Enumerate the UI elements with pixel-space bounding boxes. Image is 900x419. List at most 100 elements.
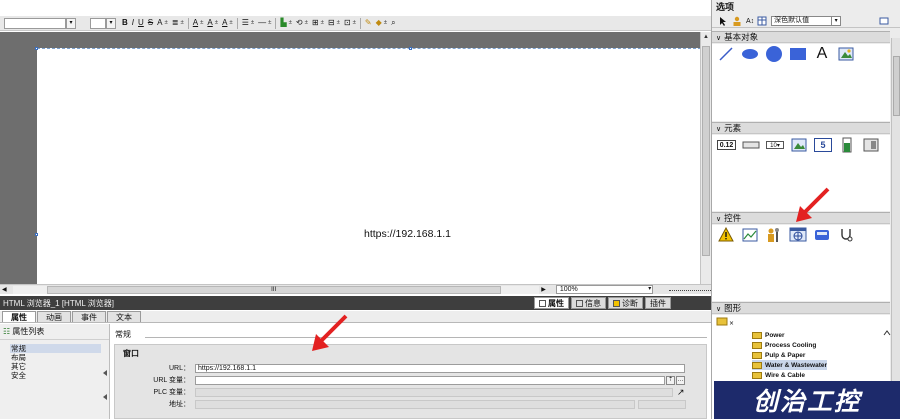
subtab-animations[interactable]: 动画 xyxy=(37,311,71,322)
same-size-icon[interactable]: ⊡ xyxy=(342,17,353,29)
zoom-slider[interactable] xyxy=(669,289,711,291)
resize-handle[interactable] xyxy=(35,47,38,50)
font-color-button[interactable]: A xyxy=(191,17,200,29)
chevron-down-icon[interactable]: ± xyxy=(305,20,308,26)
tab-plugins[interactable]: 插件 xyxy=(645,297,671,309)
bold-button[interactable]: B xyxy=(120,17,130,29)
library-item[interactable]: Process Cooling xyxy=(752,340,827,350)
graphic-view-icon[interactable] xyxy=(837,46,855,62)
library-item[interactable]: Wire & Cable xyxy=(752,370,827,380)
scroll-up-icon[interactable]: ▲ xyxy=(701,32,711,42)
category-general[interactable]: 常规 xyxy=(10,344,101,353)
toolbox-scrollbar[interactable] xyxy=(891,38,900,419)
section-graphics[interactable]: ∨ 图形 xyxy=(712,302,890,314)
resize-handle[interactable] xyxy=(35,233,38,236)
ellipse-icon[interactable] xyxy=(741,46,759,62)
user-view-icon[interactable] xyxy=(765,227,783,243)
editor-vertical-scrollbar[interactable]: ▲ xyxy=(700,32,711,284)
strikethrough-button[interactable]: S xyxy=(146,17,155,29)
tab-info[interactable]: 信息 xyxy=(571,297,606,309)
library-item[interactable]: Pulp & Paper xyxy=(752,350,827,360)
link-icon[interactable]: ↗ xyxy=(677,387,685,398)
symbolic-io-icon[interactable]: 10▾ xyxy=(766,141,784,149)
url-field[interactable]: https://192.168.1.1 xyxy=(195,363,685,373)
library-item[interactable]: Water & Wastewater xyxy=(752,360,828,370)
zoom-select[interactable]: 100% ▾ xyxy=(555,285,654,294)
hscroll-track[interactable]: III xyxy=(12,285,540,294)
zoom-icon[interactable]: ⌕ xyxy=(389,17,397,29)
align-objects-icon[interactable]: ▙ xyxy=(278,17,288,29)
chevron-down-icon[interactable]: ± xyxy=(384,20,387,26)
scroll-up-icon[interactable] xyxy=(883,329,891,337)
bar-icon[interactable] xyxy=(838,137,856,153)
line-icon[interactable] xyxy=(717,46,735,62)
user-icon[interactable] xyxy=(732,16,742,26)
underline-button[interactable]: U xyxy=(136,17,146,29)
graphic-io-icon[interactable] xyxy=(790,137,808,153)
library-item[interactable]: Power xyxy=(752,330,827,340)
size-dropdown[interactable]: ▾ xyxy=(106,17,116,29)
format-painter-icon[interactable]: ✎ xyxy=(363,17,374,29)
scroll-thumb[interactable] xyxy=(893,56,900,116)
subtab-texts[interactable]: 文本 xyxy=(107,311,141,322)
layer-icon[interactable]: ◆ xyxy=(374,17,384,29)
line-style-icon[interactable]: ☰ xyxy=(240,17,251,29)
font-size-icon[interactable]: A↕ xyxy=(746,18,754,25)
font-size-button[interactable]: A xyxy=(155,17,164,29)
splitter-grip[interactable] xyxy=(102,354,108,404)
text-field-icon[interactable]: A xyxy=(813,45,831,62)
chevron-down-icon[interactable]: ± xyxy=(164,20,167,26)
chevron-down-icon[interactable]: ± xyxy=(289,20,292,26)
chevron-down-icon[interactable]: ± xyxy=(229,20,232,26)
html-browser-object[interactable]: https://192.168.1.1 xyxy=(35,47,700,284)
size-field[interactable] xyxy=(90,17,106,29)
line-weight-icon[interactable]: — xyxy=(256,17,268,29)
hscroll-thumb[interactable]: III xyxy=(46,285,501,294)
pointer-icon[interactable] xyxy=(718,16,728,26)
chevron-down-icon[interactable]: ▾ xyxy=(648,286,651,293)
url-variable-field[interactable] xyxy=(195,375,665,385)
spacing-icon[interactable]: ⊟ xyxy=(326,17,337,29)
grid-view-icon[interactable] xyxy=(757,16,767,26)
circle-icon[interactable] xyxy=(765,46,783,62)
date-time-icon[interactable]: 5 xyxy=(814,138,832,152)
scroll-right-icon[interactable]: ▶ xyxy=(541,286,546,293)
alarm-view-icon[interactable] xyxy=(717,227,735,243)
chevron-down-icon[interactable]: ± xyxy=(215,20,218,26)
font-dropdown[interactable]: ▾ xyxy=(66,17,76,29)
fill-color-button[interactable]: A xyxy=(205,17,214,29)
chevron-down-icon[interactable]: ▾ xyxy=(831,17,840,25)
section-basic-objects[interactable]: ∨ 基本对象 xyxy=(712,31,890,43)
expand-icon[interactable]: ⇡ xyxy=(666,375,675,385)
category-security[interactable]: 安全 xyxy=(10,371,109,380)
subtab-events[interactable]: 事件 xyxy=(72,311,106,322)
trend-view-icon[interactable] xyxy=(741,227,759,243)
chevron-down-icon[interactable]: ± xyxy=(251,20,254,26)
window-icon[interactable] xyxy=(879,16,889,26)
browse-button[interactable]: … xyxy=(676,375,685,385)
rectangle-icon[interactable] xyxy=(789,46,807,62)
switch-icon[interactable] xyxy=(862,137,880,153)
category-misc[interactable]: 其它 xyxy=(10,362,109,371)
chevron-down-icon[interactable]: ± xyxy=(337,20,340,26)
scroll-thumb[interactable] xyxy=(702,46,710,256)
subtab-properties[interactable]: 属性 xyxy=(2,311,36,322)
html-browser-icon[interactable] xyxy=(789,227,807,243)
chevron-down-icon[interactable]: ± xyxy=(200,20,203,26)
style-select[interactable]: 深色默认值 ▾ xyxy=(771,16,842,26)
resize-handle[interactable] xyxy=(409,47,412,50)
folder-view-icon[interactable]: × xyxy=(716,317,740,327)
button-icon[interactable] xyxy=(742,137,760,153)
section-elements[interactable]: ∨ 元素 xyxy=(712,122,890,134)
rotate-icon[interactable]: ⟲ xyxy=(294,17,305,29)
align-icon[interactable]: ≣ xyxy=(170,17,181,29)
chevron-down-icon[interactable]: ± xyxy=(180,20,183,26)
distribute-icon[interactable]: ⊞ xyxy=(310,17,321,29)
status-force-icon[interactable] xyxy=(837,227,855,243)
chevron-down-icon[interactable]: ± xyxy=(321,20,324,26)
tab-diagnostics[interactable]: 诊断 xyxy=(608,297,643,309)
chevron-down-icon[interactable]: ± xyxy=(268,20,271,26)
font-field[interactable] xyxy=(4,17,66,29)
line-color-button[interactable]: A xyxy=(220,17,229,29)
io-field-icon[interactable]: 0.12 xyxy=(717,140,736,150)
